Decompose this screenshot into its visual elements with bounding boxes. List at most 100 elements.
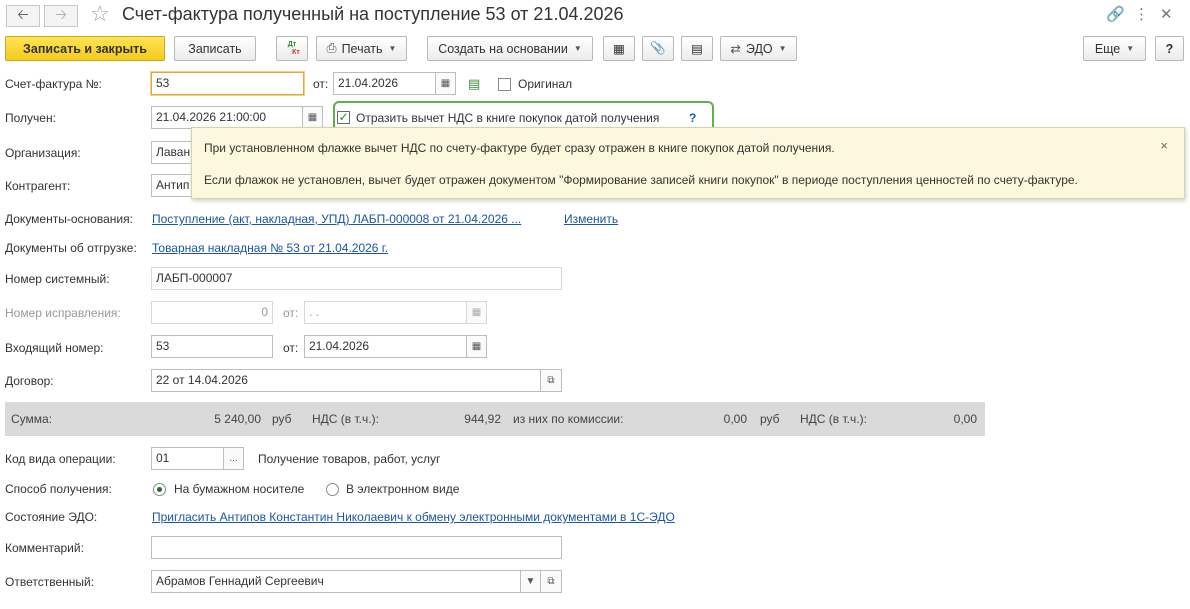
comment-label: Комментарий:: [5, 541, 84, 555]
basis-docs-label: Документы-основания:: [5, 212, 133, 226]
document-check-icon[interactable]: ▤: [468, 76, 480, 92]
back-button[interactable]: 🡠: [6, 5, 40, 27]
receive-paper-radio[interactable]: [153, 483, 166, 496]
received-label: Получен:: [5, 111, 56, 125]
vat-label: НДС (в т.ч.):: [312, 412, 379, 426]
print-button[interactable]: ⎙ Печать ▼: [316, 36, 407, 61]
responsible-label: Ответственный:: [5, 575, 95, 589]
save-button[interactable]: Записать: [174, 36, 256, 61]
receive-electronic-label: В электронном виде: [346, 482, 460, 496]
contract-label: Договор:: [5, 374, 54, 388]
commission-vat-amount: 0,00: [953, 412, 977, 426]
edo-state-label: Состояние ЭДО:: [5, 510, 98, 524]
organization-label: Организация:: [5, 146, 81, 160]
window-title: Счет-фактура полученный на поступление 5…: [122, 4, 624, 24]
kt-icon: Кт: [292, 48, 300, 56]
op-code-description: Получение товаров, работ, услуг: [258, 452, 441, 466]
incoming-date-input[interactable]: 21.04.2026: [304, 335, 467, 358]
arrow-left-icon: 🡠: [17, 6, 29, 22]
dt-icon: Дт: [287, 40, 297, 48]
op-code-label: Код вида операции:: [5, 452, 116, 466]
attach-button[interactable]: 📎: [642, 36, 674, 61]
structure-icon: ▦: [613, 42, 625, 56]
paperclip-icon: 📎: [650, 41, 666, 55]
op-code-select-button[interactable]: ...: [223, 447, 244, 470]
more-button[interactable]: Еще ▼: [1083, 36, 1146, 61]
invoice-number-label: Счет-фактура №:: [5, 77, 102, 91]
edo-label: ЭДО: [745, 41, 773, 56]
shipment-docs-link[interactable]: Товарная накладная № 53 от 21.04.2026 г.: [152, 241, 388, 255]
create-based-label: Создать на основании: [438, 41, 568, 56]
responsible-input[interactable]: Абрамов Геннадий Сергеевич: [151, 570, 521, 593]
calendar-icon[interactable]: ▦: [435, 72, 456, 95]
sum-label: Сумма:: [11, 412, 53, 426]
original-label: Оригинал: [518, 77, 573, 91]
commission-vat-label: НДС (в т.ч.):: [800, 412, 867, 426]
comment-input[interactable]: [151, 536, 562, 559]
document-icon: ▤: [691, 42, 703, 56]
op-code-input[interactable]: 01: [151, 447, 224, 470]
chevron-down-icon: ▼: [778, 44, 787, 53]
vat-amount: 944,92: [464, 412, 501, 426]
chevron-down-icon: ▼: [1126, 44, 1135, 53]
open-icon[interactable]: ⧉: [540, 369, 562, 392]
original-checkbox[interactable]: [498, 78, 511, 91]
dt-kt-button[interactable]: Дт Кт: [276, 36, 308, 61]
correction-from-label: от:: [283, 306, 299, 320]
close-icon[interactable]: ✕: [1160, 5, 1173, 23]
tooltip-close-icon[interactable]: ×: [1160, 138, 1168, 153]
reflect-vat-label: Отразить вычет НДС в книге покупок датой…: [356, 111, 660, 125]
forward-button[interactable]: 🡢: [44, 5, 78, 27]
calendar-icon[interactable]: ▦: [302, 106, 323, 129]
print-label: Печать: [341, 41, 383, 56]
chevron-down-icon[interactable]: ▼: [520, 570, 541, 593]
open-icon[interactable]: ⧉: [540, 570, 562, 593]
correction-date-input: . .: [304, 301, 467, 324]
sum-amount: 5 240,00: [214, 412, 261, 426]
star-icon[interactable]: ☆: [90, 2, 110, 26]
structure-button[interactable]: ▦: [603, 36, 635, 61]
correction-number-label: Номер исправления:: [5, 306, 121, 320]
receive-electronic-radio[interactable]: [326, 483, 339, 496]
sum-panel: Сумма: 5 240,00 руб НДС (в т.ч.): 944,92…: [5, 402, 985, 436]
edo-button[interactable]: ⇄ ЭДО ▼: [720, 36, 797, 61]
more-label: Еще: [1094, 41, 1121, 56]
more-vertical-icon[interactable]: ⋮: [1134, 5, 1149, 23]
tooltip-line-1: При установленном флажке вычет НДС по сч…: [204, 141, 835, 155]
commission-amount: 0,00: [723, 412, 747, 426]
save-close-button[interactable]: Записать и закрыть: [5, 36, 165, 61]
counterparty-label: Контрагент:: [5, 179, 71, 193]
invoice-date-input[interactable]: 21.04.2026: [333, 72, 436, 95]
edo-invite-link[interactable]: Пригласить Антипов Константин Николаевич…: [152, 510, 675, 524]
change-link[interactable]: Изменить: [564, 212, 618, 226]
chevron-down-icon: ▼: [388, 44, 397, 53]
contract-input[interactable]: 22 от 14.04.2026: [151, 369, 541, 392]
create-based-button[interactable]: Создать на основании ▼: [427, 36, 593, 61]
receive-method-label: Способ получения:: [5, 482, 112, 496]
chevron-down-icon: ▼: [573, 44, 582, 53]
edo-icon: ⇄: [730, 42, 741, 56]
report-button[interactable]: ▤: [681, 36, 713, 61]
invoice-number-input[interactable]: 53: [151, 72, 304, 95]
incoming-number-label: Входящий номер:: [5, 341, 104, 355]
reflect-vat-help-link[interactable]: ?: [689, 111, 696, 125]
commission-label: из них по комиссии:: [513, 412, 624, 426]
invoice-from-label: от:: [313, 77, 329, 91]
basis-docs-link[interactable]: Поступление (акт, накладная, УПД) ЛАБП-0…: [152, 212, 521, 226]
shipment-docs-label: Документы об отгрузке:: [5, 241, 137, 255]
calendar-icon[interactable]: ▦: [466, 335, 487, 358]
system-number-label: Номер системный:: [5, 272, 110, 286]
link-icon[interactable]: 🔗: [1106, 5, 1125, 23]
calendar-icon: ▦: [466, 301, 487, 324]
title-bar: 🡠 🡢 ☆ Счет-фактура полученный на поступл…: [0, 0, 1190, 32]
help-button[interactable]: ?: [1155, 36, 1184, 61]
receive-paper-label: На бумажном носителе: [174, 482, 305, 496]
received-datetime-input[interactable]: 21.04.2026 21:00:00: [151, 106, 303, 129]
tooltip-line-2: Если флажок не установлен, вычет будет о…: [204, 173, 1078, 187]
system-number-input: ЛАБП-000007: [151, 267, 562, 290]
incoming-number-input[interactable]: 53: [151, 335, 273, 358]
vat-help-tooltip: При установленном флажке вычет НДС по сч…: [191, 127, 1185, 199]
correction-number-input: 0: [151, 301, 273, 324]
reflect-vat-checkbox[interactable]: ✓: [337, 111, 350, 124]
printer-icon: ⎙: [326, 41, 337, 55]
